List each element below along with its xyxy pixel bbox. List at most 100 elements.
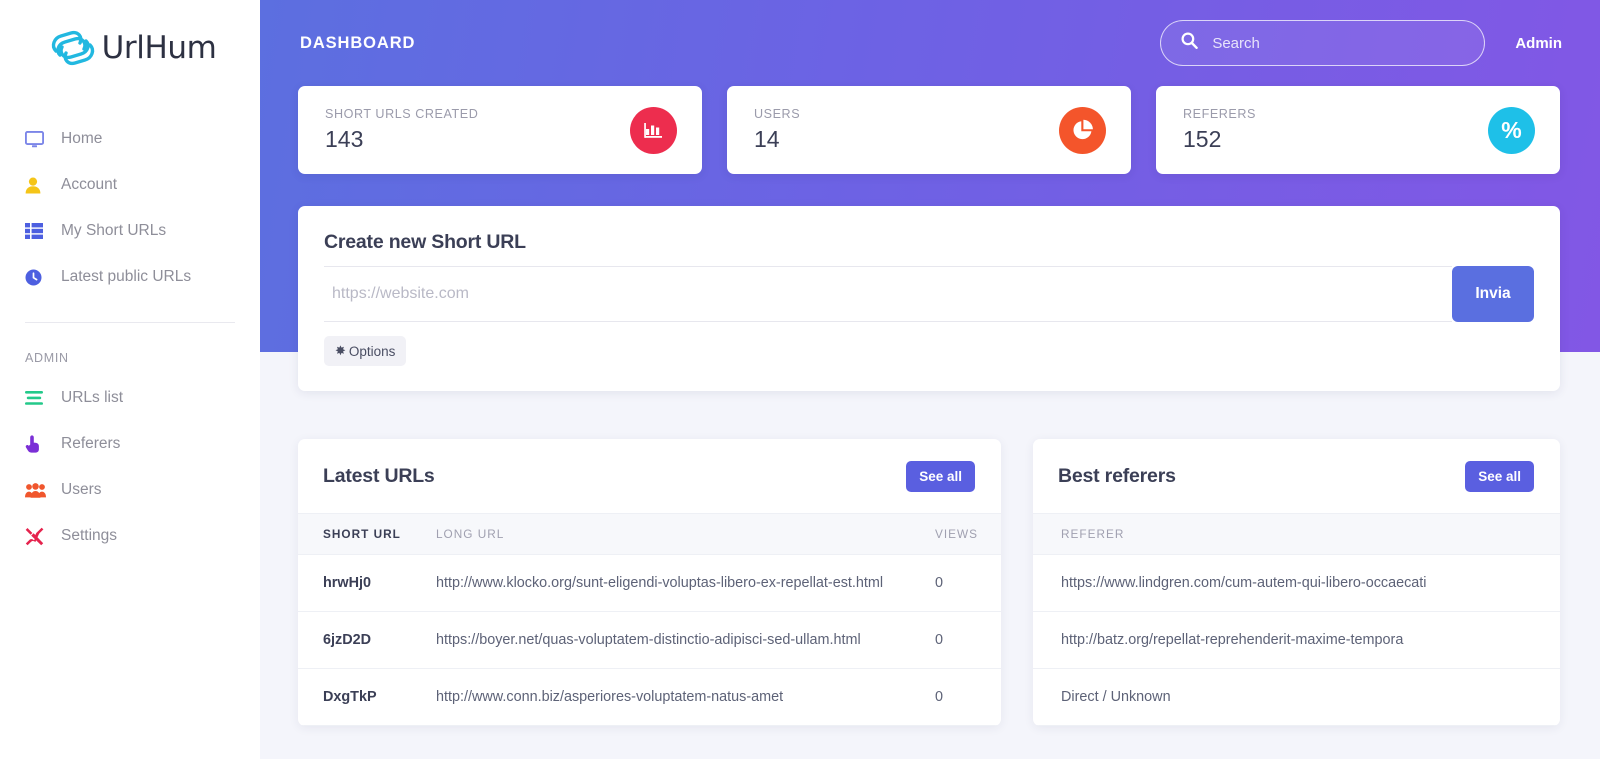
sidebar-item-label: Latest public URLs <box>61 268 192 285</box>
column-header-views: VIEWS <box>931 513 1001 555</box>
sidebar-item-my-short-urls[interactable]: My Short URLs <box>0 208 260 254</box>
stat-card-referers: REFERERS 152 % <box>1156 86 1560 174</box>
logo-text: UrlHum <box>101 30 217 66</box>
stat-label: SHORT URLS CREATED <box>325 107 479 121</box>
latest-urls-see-all-button[interactable]: See all <box>906 460 975 492</box>
topbar: DASHBOARD Admin <box>260 0 1600 86</box>
create-short-url-card: Create new Short URL Invia ✸ Options <box>298 206 1560 391</box>
cell-long-url: http://www.conn.biz/asperiores-voluptate… <box>436 668 931 726</box>
sidebar-item-label: Settings <box>61 527 118 544</box>
users-group-icon <box>25 482 53 498</box>
column-header-short-url: SHORT URL <box>298 513 436 555</box>
list-lines-icon <box>25 391 53 405</box>
table-row: Direct / Unknown <box>1033 668 1560 726</box>
monitor-icon <box>25 130 53 148</box>
cell-views: 0 <box>931 554 1001 612</box>
topbar-right: Admin <box>1160 20 1562 66</box>
referer-link[interactable]: http://batz.org/repellat-reprehenderit-m… <box>1061 632 1403 648</box>
cell-views: 0 <box>931 668 1001 726</box>
table-row: https://www.lindgren.com/cum-autem-qui-l… <box>1033 554 1560 612</box>
create-short-url-title: Create new Short URL <box>324 231 526 253</box>
latest-urls-title: Latest URLs <box>323 464 435 487</box>
sidebar-item-home[interactable]: Home <box>0 116 260 162</box>
sidebar-item-label: Referers <box>61 435 121 452</box>
sidebar-item-urls-list[interactable]: URLs list <box>0 375 260 421</box>
sidebar-item-latest-public-urls[interactable]: Latest public URLs <box>0 254 260 300</box>
search-input[interactable] <box>1212 34 1465 52</box>
cell-long-url: https://boyer.net/quas-voluptatem-distin… <box>436 611 931 669</box>
column-header-referer: REFERER <box>1033 513 1560 555</box>
cell-long-url: http://www.klocko.org/sunt-eligendi-volu… <box>436 554 931 612</box>
sidebar-item-label: Users <box>61 481 102 498</box>
latest-urls-header: Latest URLs See all <box>298 439 1001 513</box>
clock-icon <box>25 269 53 286</box>
options-button[interactable]: ✸ Options <box>324 336 407 366</box>
main-area: DASHBOARD Admin SHORT URLS CREATED <box>260 0 1600 759</box>
cell-referer: https://www.lindgren.com/cum-autem-qui-l… <box>1033 554 1560 612</box>
percent-icon: % <box>1488 106 1535 154</box>
long-url-link[interactable]: http://www.klocko.org/sunt-eligendi-volu… <box>436 575 883 591</box>
stat-card-users: USERS 14 <box>727 86 1131 174</box>
referer-link[interactable]: https://www.lindgren.com/cum-autem-qui-l… <box>1061 575 1427 591</box>
table-row: hrwHj0 http://www.klocko.org/sunt-eligen… <box>298 554 1001 612</box>
table-row: http://batz.org/repellat-reprehenderit-m… <box>1033 611 1560 669</box>
account-menu-admin[interactable]: Admin <box>1515 35 1562 52</box>
stat-value: 143 <box>325 126 364 152</box>
pie-chart-icon <box>1059 106 1106 154</box>
cell-short-url[interactable]: DxgTkP <box>298 668 436 726</box>
stat-cards: SHORT URLS CREATED 143 USERS 14 REFERERS… <box>260 86 1600 174</box>
table-head: SHORT URL LONG URL VIEWS <box>298 513 1001 555</box>
stat-text: USERS 14 <box>754 107 1059 153</box>
sidebar-item-referers[interactable]: Referers <box>0 421 260 467</box>
sidebar-item-label: URLs list <box>61 389 124 406</box>
table-row: 6jzD2D https://boyer.net/quas-voluptatem… <box>298 611 1001 669</box>
table-row: DxgTkP http://www.conn.biz/asperiores-vo… <box>298 668 1001 726</box>
long-url-link[interactable]: http://www.conn.biz/asperiores-voluptate… <box>436 689 783 705</box>
sidebar-item-account[interactable]: Account <box>0 162 260 208</box>
search-icon <box>1181 32 1201 54</box>
latest-urls-table: SHORT URL LONG URL VIEWS hrwHj0 http://w… <box>298 513 1001 726</box>
gear-icon: ✸ <box>335 343 346 358</box>
best-referers-table: REFERER https://www.lindgren.com/cum-aut… <box>1033 513 1560 726</box>
table-header-row: SHORT URL LONG URL VIEWS <box>298 513 1001 555</box>
latest-urls-panel: Latest URLs See all SHORT URL LONG URL V… <box>298 439 1001 726</box>
cell-short-url[interactable]: hrwHj0 <box>298 554 436 612</box>
sidebar-item-label: Home <box>61 130 103 147</box>
stat-card-short-urls-created: SHORT URLS CREATED 143 <box>298 86 702 174</box>
sidebar-item-settings[interactable]: Settings <box>0 513 260 559</box>
hand-pointer-icon <box>25 435 53 453</box>
panels: Latest URLs See all SHORT URL LONG URL V… <box>260 391 1600 726</box>
table-body: hrwHj0 http://www.klocko.org/sunt-eligen… <box>298 554 1001 726</box>
stat-label: REFERERS <box>1183 107 1256 121</box>
cell-short-url[interactable]: 6jzD2D <box>298 611 436 669</box>
cell-referer: http://batz.org/repellat-reprehenderit-m… <box>1033 611 1560 669</box>
table-body: https://www.lindgren.com/cum-autem-qui-l… <box>1033 554 1560 726</box>
sidebar: UrlHum Home Account My Short URLs Latest… <box>0 0 260 759</box>
cell-views: 0 <box>931 611 1001 669</box>
best-referers-title: Best referers <box>1058 464 1176 487</box>
stat-value: 152 <box>1183 126 1222 152</box>
create-url-row: Invia <box>324 266 1534 322</box>
user-icon <box>25 177 53 194</box>
best-referers-header: Best referers See all <box>1033 439 1560 513</box>
table-head: REFERER <box>1033 513 1560 555</box>
cell-referer: Direct / Unknown <box>1033 668 1560 726</box>
stat-text: REFERERS 152 <box>1183 107 1488 153</box>
sidebar-item-label: My Short URLs <box>61 222 167 239</box>
best-referers-see-all-button[interactable]: See all <box>1465 460 1534 492</box>
referer-text: Direct / Unknown <box>1061 689 1171 705</box>
column-header-long-url: LONG URL <box>436 513 931 555</box>
search-box[interactable] <box>1160 20 1486 66</box>
logo[interactable]: UrlHum <box>0 0 260 96</box>
grid-list-icon <box>25 223 53 239</box>
table-header-row: REFERER <box>1033 513 1560 555</box>
stat-label: USERS <box>754 107 801 121</box>
sidebar-item-users[interactable]: Users <box>0 467 260 513</box>
logo-link[interactable]: UrlHum <box>50 28 217 68</box>
long-url-input[interactable] <box>324 266 1452 322</box>
long-url-link[interactable]: https://boyer.net/quas-voluptatem-distin… <box>436 632 861 648</box>
submit-button[interactable]: Invia <box>1452 266 1534 322</box>
options-button-label: Options <box>348 343 396 359</box>
main-content: DASHBOARD Admin SHORT URLS CREATED <box>260 0 1600 726</box>
sidebar-section-admin: ADMIN <box>25 351 69 365</box>
